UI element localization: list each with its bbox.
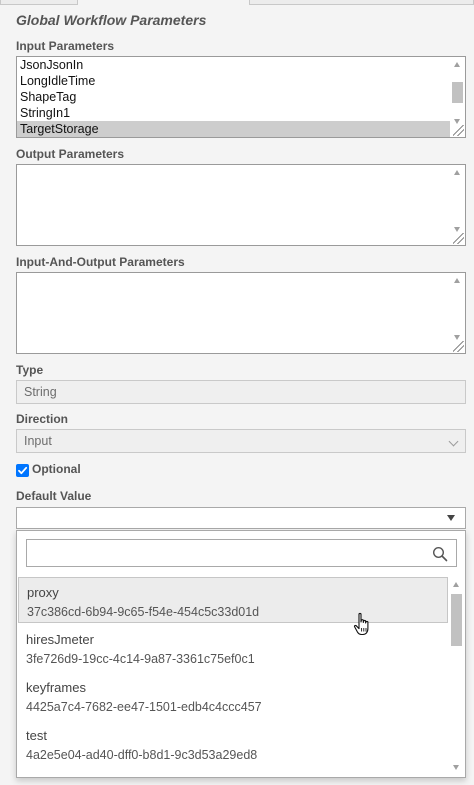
input-parameters-list[interactable]: JsonJsonIn LongIdleTime ShapeTag StringI… [16, 56, 466, 138]
option-name: test [26, 728, 47, 743]
dropdown-option[interactable]: test 4a2e5e04-ad40-dff0-b8d1-9c3d53a29ed… [18, 721, 448, 767]
caret-down-icon[interactable] [447, 515, 455, 521]
list-item[interactable]: LongIdleTime [17, 73, 451, 89]
scroll-up-icon[interactable] [454, 278, 460, 283]
dropdown-option[interactable]: proxy 37c386cd-6b94-9c65-f54e-454c5c33d0… [18, 577, 448, 623]
inout-parameters-label: Input-And-Output Parameters [16, 255, 185, 269]
checkmark-icon [18, 466, 28, 475]
scroll-down-icon[interactable] [454, 335, 460, 340]
scroll-down-icon[interactable] [453, 765, 459, 770]
dropdown-search-box[interactable] [26, 539, 457, 567]
scroll-up-icon[interactable] [454, 62, 460, 67]
option-name: proxy [27, 585, 59, 600]
list-item[interactable]: StringIn1 [17, 105, 451, 121]
dropdown-results: proxy 37c386cd-6b94-9c65-f54e-454c5c33d0… [18, 577, 465, 775]
scroll-down-icon[interactable] [454, 119, 460, 124]
list-item[interactable]: JsonJsonIn [17, 57, 451, 73]
direction-label: Direction [16, 412, 69, 426]
type-label: Type [16, 363, 44, 377]
option-id: 37c386cd-6b94-9c65-f54e-454c5c33d01d [27, 605, 260, 619]
default-value-dropdown: proxy 37c386cd-6b94-9c65-f54e-454c5c33d0… [16, 530, 466, 778]
output-parameters-list[interactable] [16, 164, 466, 246]
input-parameters-label: Input Parameters [16, 39, 115, 53]
dropdown-search-input[interactable] [27, 540, 456, 566]
chevron-down-icon [448, 436, 459, 447]
inout-parameters-list[interactable] [16, 272, 466, 354]
list-item-selected[interactable]: TargetStorage [17, 121, 451, 137]
search-icon [432, 546, 448, 562]
default-value-select[interactable] [16, 507, 466, 529]
default-value-label: Default Value [16, 489, 92, 503]
direction-value: Input [24, 434, 52, 448]
type-field: String [16, 380, 466, 404]
dropdown-scrollbar[interactable] [449, 577, 464, 775]
output-parameters-label: Output Parameters [16, 147, 125, 161]
resize-handle-icon[interactable] [453, 125, 464, 136]
scroll-up-icon[interactable] [454, 170, 460, 175]
tab-strip [0, 0, 474, 6]
option-id: 4425a7c4-7682-ee47-1501-edb4c4ccc457 [26, 700, 262, 714]
option-id: 4a2e5e04-ad40-dff0-b8d1-9c3d53a29ed8 [26, 748, 258, 762]
option-name: hiresJmeter [26, 632, 94, 647]
direction-select: Input [16, 429, 466, 453]
dropdown-option[interactable]: hiresJmeter 3fe726d9-19cc-4c14-9a87-3361… [18, 625, 448, 671]
scroll-up-icon[interactable] [453, 582, 459, 587]
dropdown-option[interactable]: keyframes 4425a7c4-7682-ee47-1501-edb4c4… [18, 673, 448, 719]
hand-cursor-icon [353, 612, 369, 636]
tab-left[interactable] [0, 0, 78, 5]
scroll-down-icon[interactable] [454, 227, 460, 232]
option-id: 3fe726d9-19cc-4c14-9a87-3361c75ef0c1 [26, 652, 255, 666]
scroll-thumb[interactable] [451, 594, 462, 646]
scroll-thumb[interactable] [452, 82, 463, 103]
list-item[interactable]: ShapeTag [17, 89, 451, 105]
resize-handle-icon[interactable] [453, 341, 464, 352]
optional-label[interactable]: Optional [32, 462, 81, 476]
resize-handle-icon[interactable] [453, 233, 464, 244]
option-name: keyframes [26, 680, 86, 695]
tab-right[interactable] [249, 0, 474, 5]
optional-checkbox[interactable] [16, 464, 29, 477]
panel-title: Global Workflow Parameters [16, 12, 207, 28]
